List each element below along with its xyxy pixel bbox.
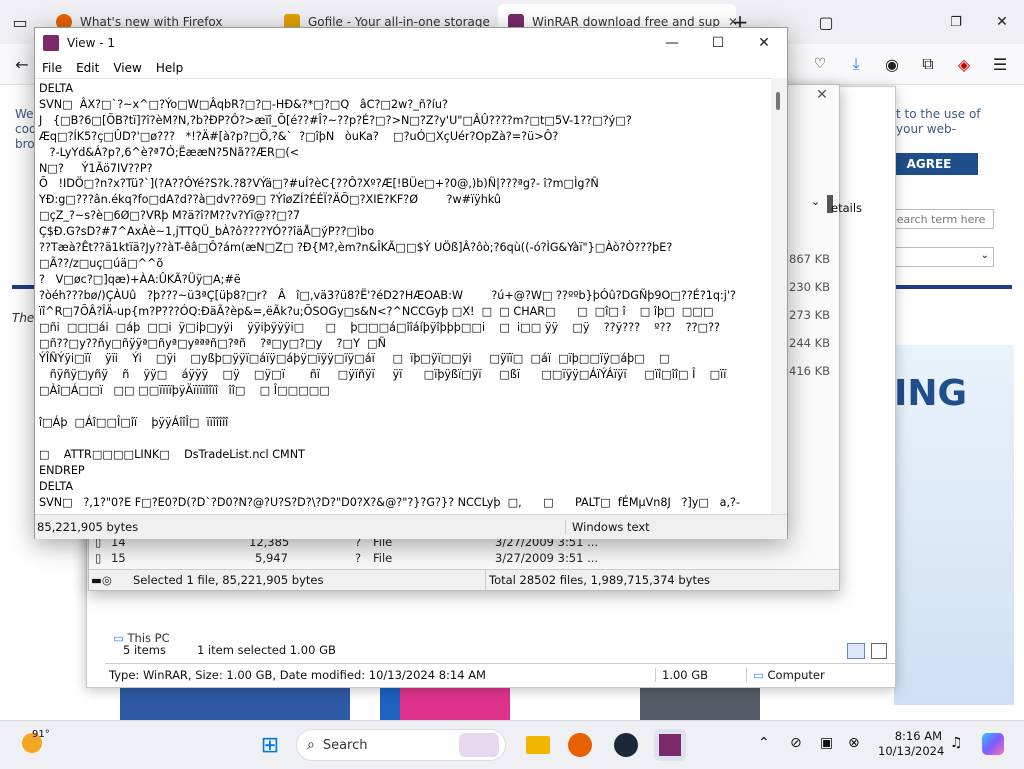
computer-icon: ▭ [753,668,764,682]
view-window: View - 1 — ☐ ✕ File Edit View Help DELTA… [34,27,788,539]
status-selected: Selected 1 file, 85,221,905 bytes [133,573,324,587]
status-selected: 1 item selected 1.00 GB [197,643,336,657]
size-cell: 867 KB [789,252,831,266]
divider [894,285,1012,289]
menu-bar: File Edit View Help [35,58,787,78]
menu-help[interactable]: Help [149,61,190,75]
table-row[interactable]: ▯ 15 5,947 ? File 3/27/2009 3:51 ... [89,551,829,567]
list-tabs-icon[interactable]: ▢ [814,10,838,34]
status-bar: 85,221,905 bytes Windows text [35,514,787,539]
size-cell: 416 KB [789,364,831,378]
firefox-icon [568,733,592,757]
details-text: Type: WinRAR, Size: 1.00 GB, Date modifi… [109,668,486,682]
file-name: 15 [111,551,126,565]
minimize-button[interactable]: — [649,28,695,58]
start-button[interactable]: ⊞ [254,729,286,761]
banner-image: ING [894,345,1014,705]
maximize-button[interactable]: ☐ [695,28,741,58]
steam-app[interactable] [610,729,642,761]
weather-temp: 91° [32,729,50,740]
size-column: 867 KB 230 KB 273 KB 244 KB 416 KB [789,245,839,385]
steam-icon [614,733,638,757]
size-cell: 244 KB [789,336,831,350]
cookie-text: your web- [896,122,956,136]
search-icon: ⌕ [307,737,315,753]
clock-time: 8:16 AM [894,729,942,743]
italic-heading: The [12,311,35,325]
vertical-scrollbar[interactable] [771,78,787,514]
title-bar[interactable]: View - 1 — ☐ ✕ [35,28,787,58]
status-items: 5 items [123,643,166,657]
file-packed: ? [355,551,362,565]
close-dialog-icon[interactable]: ✕ [807,85,837,105]
search-input[interactable]: search term here [886,209,994,229]
pocket-icon[interactable]: ♡ [808,52,832,76]
scrollbar-thumb[interactable] [776,92,780,110]
cookie-text: bro [15,137,35,151]
menu-icon[interactable]: ☰ [988,52,1012,76]
status-size: 85,221,905 bytes [37,520,139,534]
file-content[interactable]: DELTA SVN□ ÂX?□`?~x^□?Ýo□W□ÂqbR?□?□-HÐ&?… [35,79,771,512]
file-explorer-app[interactable] [522,729,554,761]
extensions-icon[interactable]: ⧉ [916,52,940,76]
banner-text: ING [894,373,968,414]
status-total: Total 28502 files, 1,989,715,374 bytes [489,573,711,587]
network-icon[interactable]: ⊘ [790,735,802,751]
notifications-icon[interactable]: ♫ [950,735,963,751]
tiles-view-icon[interactable] [871,643,887,659]
folder-icon [526,736,550,754]
restore-window-icon[interactable]: ❐ [944,10,968,34]
clock-date: 10/13/2024 [878,744,945,758]
details-label: etails [831,201,863,215]
menu-edit[interactable]: Edit [69,61,106,75]
ublock-icon[interactable]: ◈ [952,52,976,76]
menu-file[interactable]: File [35,61,69,75]
file-modified: 3/27/2009 3:51 ... [495,551,599,565]
windows-logo-icon: ⊞ [260,732,280,758]
window-title: View - 1 [67,36,116,50]
winrar-icon [659,734,681,756]
close-button[interactable]: ✕ [741,28,787,58]
details-location: ▭ Computer [746,668,825,682]
details-bar: Type: WinRAR, Size: 1.00 GB, Date modifi… [105,663,895,686]
account-icon[interactable]: ◉ [880,52,904,76]
file-type: File [373,551,393,565]
winrar-icon [43,35,59,51]
back-icon[interactable]: ← [10,52,34,76]
display-icon[interactable]: ▣ [820,735,833,751]
details-size: 1.00 GB [655,668,746,682]
file-icon: ▯ [95,551,102,565]
chevron-down-icon: ⌄ [980,250,989,261]
winrar-status-bar: ▬◎ Selected 1 file, 85,221,905 bytes Tot… [89,569,839,590]
size-cell: 273 KB [789,308,831,322]
size-cell: 230 KB [789,280,831,294]
search-label: Search [322,737,368,753]
menu-view[interactable]: View [106,61,148,75]
file-size: 5,947 [255,551,288,565]
location-label: Computer [767,668,825,682]
taskbar: 91° ⊞ ⌕ Search ⌃ ⊘ ▣ ⊗ 8:16 AM 10/13/202… [0,720,1024,769]
taskbar-search[interactable]: ⌕ Search [296,729,506,761]
cookie-text: t to the use of [896,107,981,121]
search-highlight-icon [459,733,499,757]
show-hidden-icons[interactable]: ⌃ [758,735,770,751]
winrar-app[interactable] [654,729,686,761]
language-select[interactable]: ⌄ [886,247,994,267]
text-viewer[interactable]: DELTA SVN□ ÂX?□`?~x^□?Ýo□W□ÂqbR?□?□-HÐ&?… [35,78,771,515]
chevron-down-icon: ⌄ [811,195,821,208]
copilot-icon[interactable] [982,733,1004,755]
cookie-text: We [15,107,34,121]
volume-icon[interactable]: ⊗ [848,735,860,751]
details-view-icon[interactable] [847,643,865,659]
downloads-icon[interactable]: ⤓ [844,52,868,76]
divider [485,570,486,590]
drive-icon: ▬◎ [91,573,112,587]
firefox-view-icon[interactable]: ▭ [8,10,32,34]
firefox-app[interactable] [564,729,596,761]
close-window-icon[interactable]: ✕ [990,10,1014,34]
clock[interactable]: 8:16 AM 10/13/2024 [878,729,945,759]
status-encoding: Windows text [565,520,650,534]
